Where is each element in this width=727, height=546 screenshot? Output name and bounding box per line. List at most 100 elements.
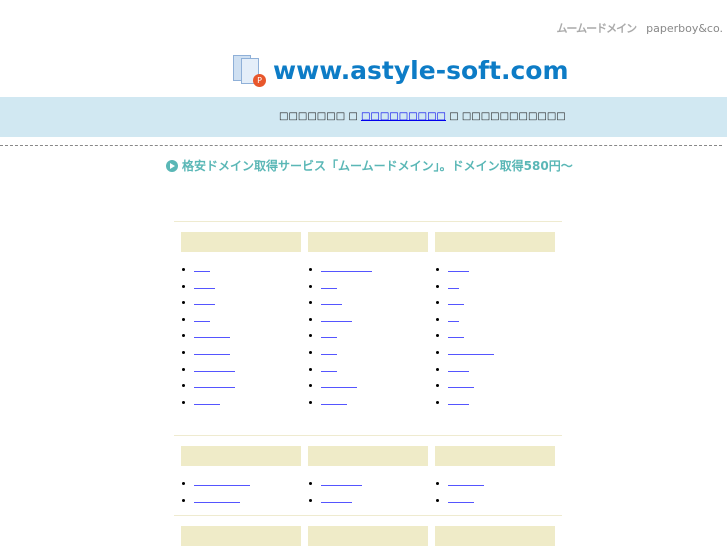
keyword-link[interactable] [321,474,362,486]
link-section [174,515,562,546]
link-list [308,260,428,409]
column-header [435,232,555,252]
list-item [194,491,301,508]
list-item [194,260,301,277]
keyword-link[interactable] [448,474,484,486]
list-item [321,310,428,327]
list-item [321,491,428,508]
play-icon [166,159,178,172]
list-item [448,360,555,377]
link-list [181,474,301,507]
muumuu-logo[interactable]: ムームードメイン [556,20,637,36]
list-item [448,474,555,491]
keyword-link[interactable] [194,293,215,306]
keyword-link[interactable] [448,277,459,289]
keyword-link[interactable] [448,343,494,355]
domain-name: www.astyle-soft.com [273,55,569,85]
list-item [321,293,428,310]
column-header [435,526,555,546]
link-list [435,474,555,507]
column-header [181,526,301,546]
link-column [435,446,555,507]
keyword-link[interactable] [194,360,235,372]
keyword-link[interactable] [321,491,352,503]
link-section [174,221,562,409]
list-item [194,393,301,410]
link-column [308,446,428,507]
keyword-link[interactable] [448,293,464,306]
list-item [321,376,428,393]
keyword-link[interactable] [321,260,372,272]
link-column [308,232,428,409]
page-title: P www.astyle-soft.com [231,52,569,88]
keyword-link[interactable] [448,310,459,322]
column-header [308,446,428,466]
keyword-link[interactable] [321,393,347,405]
list-item [321,474,428,491]
info-bar: □□□□□□□ □ □□□□□□□□□ □ □□□□□□□□□□□ [0,97,727,137]
keyword-link[interactable] [194,343,230,355]
link-section [174,435,562,507]
link-list [435,260,555,409]
list-item [448,491,555,508]
keyword-link[interactable] [448,491,474,503]
list-item [194,326,301,343]
keyword-link[interactable] [448,326,464,339]
link-list [181,260,301,409]
list-item [448,277,555,294]
keyword-link[interactable] [321,277,337,289]
keyword-link[interactable] [448,260,469,272]
keyword-link[interactable] [194,491,240,503]
keyword-link[interactable] [321,376,357,389]
keyword-link[interactable] [321,343,337,355]
list-item [448,376,555,393]
info-text: □□□□□□□ □ [279,111,358,122]
document-icon: P [231,52,267,88]
column-header [435,446,555,466]
link-column [181,446,301,507]
link-column [308,526,428,546]
link-list [308,474,428,507]
list-item [321,326,428,343]
list-item [448,326,555,343]
info-link[interactable]: □□□□□□□□□ [361,111,446,122]
keyword-link[interactable] [448,393,469,405]
list-item [194,293,301,310]
column-header [181,446,301,466]
info-text-after: □ □□□□□□□□□□□ [449,111,566,122]
promo-banner[interactable]: 格安ドメイン取得サービス「ムームードメイン」。ドメイン取得580円〜 [166,157,573,174]
list-item [448,393,555,410]
list-item [321,277,428,294]
keyword-link[interactable] [194,277,215,289]
list-item [194,376,301,393]
keyword-link[interactable] [448,376,474,389]
keyword-link[interactable] [194,260,210,272]
partner-logos: ムームードメイン paperboy&co. [556,20,723,36]
list-item [448,343,555,360]
keyword-link[interactable] [194,310,210,322]
keyword-link[interactable] [321,310,352,322]
divider [0,145,722,146]
list-item [448,293,555,310]
paperboy-logo[interactable]: paperboy&co. [646,22,723,35]
keyword-link[interactable] [194,393,220,405]
keyword-link[interactable] [194,474,250,486]
link-column [181,232,301,409]
keyword-link[interactable] [321,326,337,339]
list-item [321,393,428,410]
list-item [194,360,301,377]
keyword-link[interactable] [194,376,235,389]
keyword-link[interactable] [448,360,469,372]
column-header [308,232,428,252]
keyword-link[interactable] [194,326,230,339]
promo-text: 格安ドメイン取得サービス「ムームードメイン」。ドメイン取得580円〜 [182,159,573,173]
keyword-link[interactable] [321,293,342,306]
link-column [435,526,555,546]
list-item [321,260,428,277]
keyword-link[interactable] [321,360,337,372]
list-item [448,260,555,277]
list-item [194,310,301,327]
link-column [435,232,555,409]
list-item [194,277,301,294]
list-item [194,474,301,491]
